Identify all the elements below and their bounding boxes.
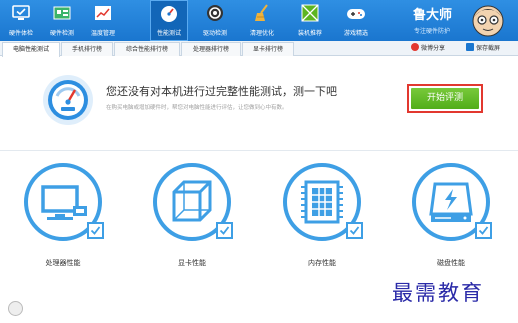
camera-icon xyxy=(466,43,474,51)
weibo-icon xyxy=(411,43,419,51)
nav-item-cleanup[interactable]: 清理优化 xyxy=(243,0,281,41)
speedometer-icon xyxy=(161,6,177,22)
mascot-avatar xyxy=(472,5,504,37)
user-avatar[interactable] xyxy=(8,301,23,316)
tab-gpu-ranking[interactable]: 显卡排行榜 xyxy=(242,42,294,56)
nav-item-temperature[interactable]: 温度管理 xyxy=(84,0,122,41)
card-label-gpu: 显卡性能 xyxy=(178,259,206,267)
brand: 鲁大师 专注硬件防护 xyxy=(410,4,470,38)
tab-overall-ranking[interactable]: 综合性能排行榜 xyxy=(114,42,180,56)
monitor-check-icon xyxy=(12,5,30,20)
card-label-disk: 磁盘性能 xyxy=(437,259,465,267)
gpu-include-checkbox[interactable] xyxy=(216,222,233,239)
gear-chip-icon xyxy=(207,5,223,21)
tab-pc-performance[interactable]: 电脑性能测试 xyxy=(2,42,60,57)
nav-item-hardware-check[interactable]: 硬件体检 xyxy=(2,0,40,41)
nav-label: 温度管理 xyxy=(90,30,115,37)
brand-slogan: 专注硬件防护 xyxy=(414,28,451,35)
cpu-include-checkbox[interactable] xyxy=(87,222,104,239)
nav-label: 装机推荐 xyxy=(297,30,322,37)
card-label-memory: 内存性能 xyxy=(308,259,336,267)
nav-item-games[interactable]: 游戏精选 xyxy=(337,0,375,41)
box-icon xyxy=(301,4,319,22)
weibo-share-button[interactable]: 微博分享 xyxy=(411,41,445,56)
app-window: 硬件体检 硬件检测 温度管理 性能测试 驱动检测 清理优化 装机推荐 游戏精选 … xyxy=(0,0,518,323)
start-test-button[interactable]: 开始评测 xyxy=(407,84,483,113)
start-test-label: 开始评测 xyxy=(411,88,479,109)
gamepad-icon xyxy=(347,9,365,19)
banner-subtext: 在购买电脑或增加硬件时，帮您对电脑性能进行评估，让您做到心中有数。 xyxy=(106,105,288,111)
nav-item-driver-detect[interactable]: 驱动检测 xyxy=(196,0,234,41)
disk-include-checkbox[interactable] xyxy=(475,222,492,239)
memory-include-checkbox[interactable] xyxy=(346,222,363,239)
watermark-text: 最需教育 xyxy=(392,281,484,305)
nav-item-performance-test[interactable]: 性能测试 xyxy=(150,0,188,41)
card-disk-performance[interactable] xyxy=(411,162,492,242)
nav-label: 硬件检测 xyxy=(49,30,74,37)
checkmark-icon xyxy=(219,226,230,235)
speed-gauge-icon xyxy=(43,75,93,125)
card-memory-performance[interactable] xyxy=(282,162,363,242)
weibo-share-label: 微博分享 xyxy=(421,45,446,52)
thermometer-chart-icon xyxy=(95,6,111,20)
save-screenshot-button[interactable]: 保存截屏 xyxy=(466,41,500,56)
top-navigation-bar: 硬件体检 硬件检测 温度管理 性能测试 驱动检测 清理优化 装机推荐 游戏精选 … xyxy=(0,0,518,41)
nav-item-hardware-detect[interactable]: 硬件检测 xyxy=(43,0,81,41)
section-divider xyxy=(0,150,518,151)
nav-label: 清理优化 xyxy=(249,30,274,37)
brand-title: 鲁大师 xyxy=(413,8,453,23)
tab-cpu-ranking[interactable]: 处理器排行榜 xyxy=(181,42,241,56)
card-gpu-performance[interactable] xyxy=(152,162,233,242)
nav-label: 性能测试 xyxy=(156,30,181,37)
checkmark-icon xyxy=(349,226,360,235)
checkmark-icon xyxy=(478,226,489,235)
card-cpu-performance[interactable] xyxy=(23,162,104,242)
checkmark-icon xyxy=(90,226,101,235)
nav-label: 游戏精选 xyxy=(343,30,368,37)
nav-label: 驱动检测 xyxy=(202,30,227,37)
nav-label: 硬件体检 xyxy=(8,30,33,37)
nav-item-build-recommend[interactable]: 装机推荐 xyxy=(291,0,329,41)
card-label-cpu: 处理器性能 xyxy=(45,259,81,267)
broom-icon xyxy=(255,4,268,21)
banner-headline: 您还没有对本机进行过完整性能测试，测一下吧 xyxy=(106,85,337,98)
circuit-board-icon xyxy=(53,6,71,20)
tab-phone-ranking[interactable]: 手机排行榜 xyxy=(61,42,113,56)
save-screenshot-label: 保存截屏 xyxy=(476,45,501,52)
